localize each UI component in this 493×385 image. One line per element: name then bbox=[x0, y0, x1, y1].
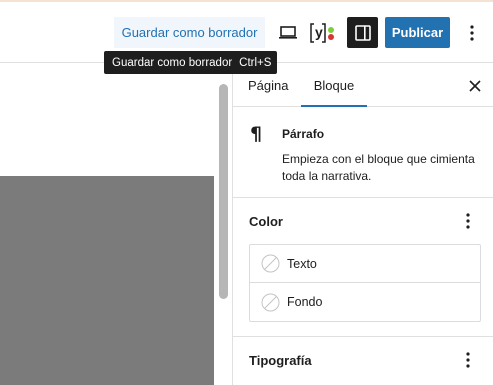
color-settings-list: Texto Fondo bbox=[249, 244, 481, 322]
active-tab-indicator bbox=[301, 105, 367, 107]
color-item-label: Fondo bbox=[287, 295, 323, 309]
tab-block[interactable]: Bloque bbox=[301, 64, 367, 107]
block-title: Párrafo bbox=[282, 127, 325, 141]
yoast-icon: y bbox=[310, 23, 334, 43]
typography-options-button[interactable] bbox=[458, 348, 478, 372]
tooltip-shortcut: Ctrl+S bbox=[239, 56, 272, 69]
save-draft-tooltip: Guardar como borrador Ctrl+S bbox=[104, 51, 277, 74]
block-card: ¶ Párrafo Empieza con el bloque que cimi… bbox=[233, 108, 493, 198]
more-vertical-icon bbox=[470, 25, 474, 41]
close-icon bbox=[469, 80, 481, 92]
options-menu-button[interactable] bbox=[462, 19, 482, 47]
settings-toggle-button[interactable] bbox=[347, 17, 378, 48]
more-vertical-icon bbox=[466, 213, 470, 229]
block-description: Empieza con el bloque que cimienta toda … bbox=[282, 152, 475, 183]
more-vertical-icon bbox=[466, 352, 470, 368]
laptop-icon bbox=[279, 26, 297, 39]
yoast-logo-letter: y bbox=[315, 24, 323, 40]
typography-panel-header: Tipografía bbox=[233, 338, 493, 382]
color-panel-header: Color bbox=[233, 199, 493, 243]
color-panel-title: Color bbox=[249, 214, 283, 229]
yoast-seo-button[interactable]: y bbox=[308, 19, 338, 47]
empty-swatch-icon bbox=[261, 293, 280, 311]
panel-divider bbox=[233, 336, 493, 337]
color-item-text[interactable]: Texto bbox=[250, 245, 480, 283]
save-draft-button[interactable]: Guardar como borrador bbox=[114, 17, 265, 48]
settings-sidebar: Página Bloque ¶ Párrafo Empieza con el b… bbox=[232, 64, 493, 385]
empty-swatch-icon bbox=[261, 254, 280, 273]
publish-button[interactable]: Publicar bbox=[385, 17, 450, 48]
canvas-placeholder-block[interactable] bbox=[0, 176, 214, 385]
typography-panel-title: Tipografía bbox=[249, 353, 312, 368]
paragraph-icon: ¶ bbox=[250, 123, 263, 145]
close-sidebar-button[interactable] bbox=[465, 76, 485, 96]
color-item-label: Texto bbox=[287, 256, 317, 271]
tooltip-label: Guardar como borrador bbox=[112, 56, 233, 69]
color-item-background[interactable]: Fondo bbox=[250, 283, 480, 321]
canvas-scrollbar-thumb[interactable] bbox=[219, 84, 228, 299]
color-options-button[interactable] bbox=[458, 209, 478, 233]
preview-button[interactable] bbox=[274, 19, 302, 47]
sidebar-panel-icon bbox=[354, 24, 371, 41]
